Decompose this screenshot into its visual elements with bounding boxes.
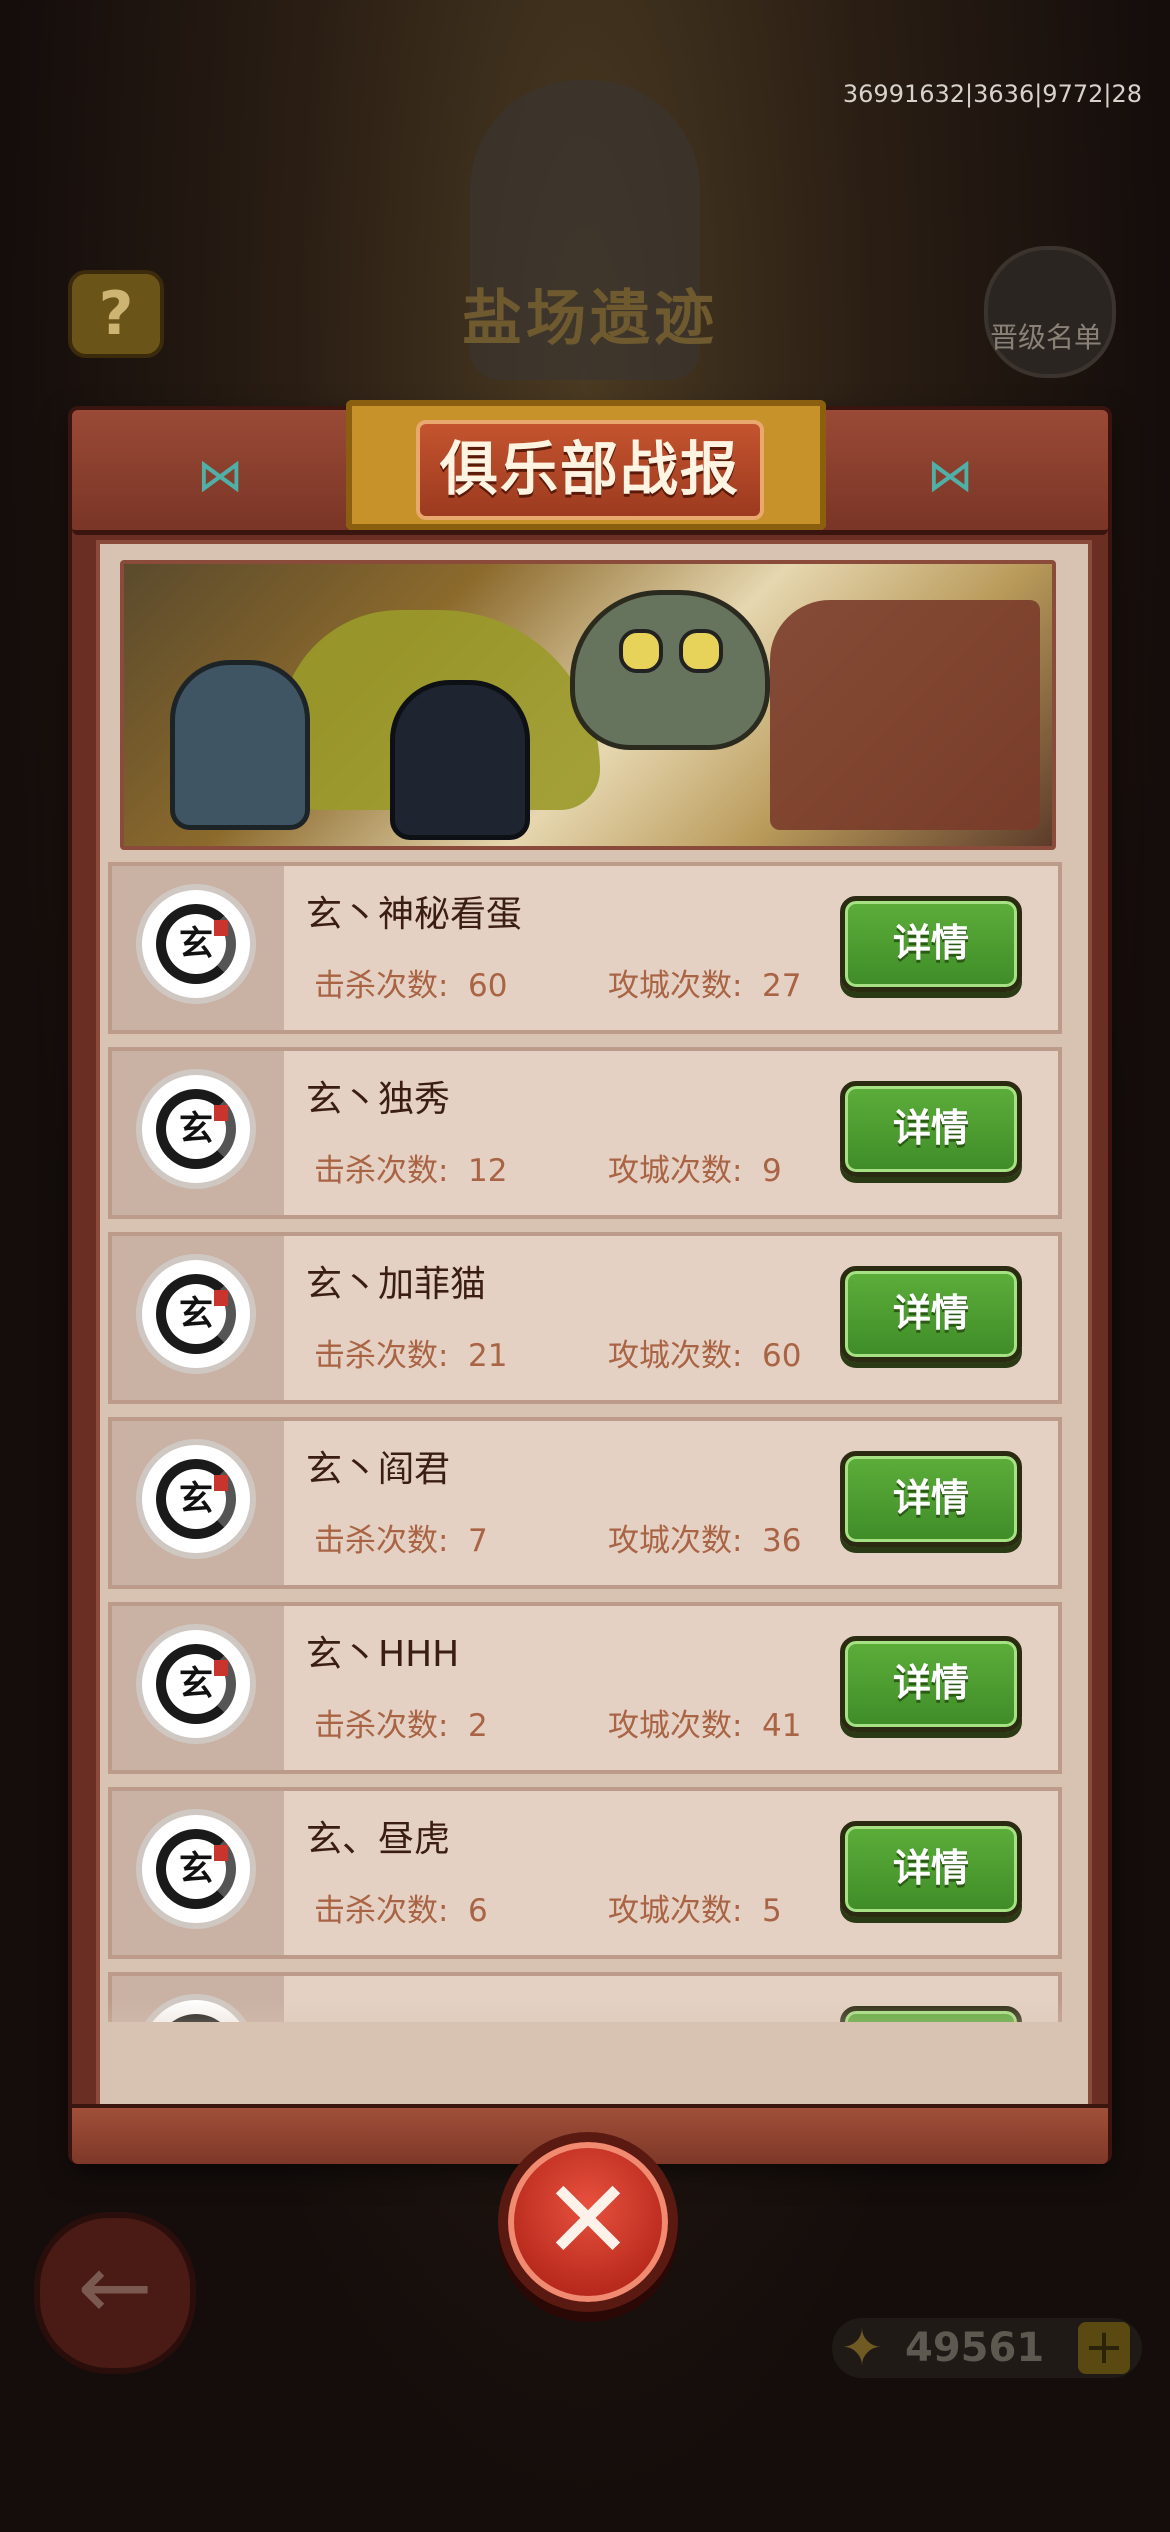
close-icon: ✕ [541,2156,635,2284]
sieges-value: 9 [762,1153,782,1189]
detail-button[interactable]: 详情 [840,1081,1022,1177]
banner-owl [570,590,770,750]
sieges-value: 41 [762,1708,802,1744]
avatar: 玄 [136,1809,256,1929]
list-item: 玄 玄丶HHH 击杀次数: 2 攻城次数: 41 详情 [108,1602,1062,1774]
member-report-list[interactable]: 玄 玄丶神秘看蛋 击杀次数: 60 攻城次数: 27 详情 玄 玄丶独秀 击杀次… [108,862,1062,2022]
avatar-glyph: 玄 [179,1849,213,1889]
avatar: 玄 [136,1069,256,1189]
sieges-label: 攻城次数: [608,1523,743,1559]
owl-eye-left [619,629,663,673]
detail-button[interactable]: 详情 [840,1451,1022,1547]
detail-button[interactable]: 详情 [840,1821,1022,1917]
kills-value: 6 [468,1893,488,1929]
avatar-glyph: 玄 [179,1664,213,1704]
back-button[interactable]: ← [34,2212,196,2374]
avatar: 玄 [136,1624,256,1744]
debug-id-text: 36991632|3636|9772|28 [842,80,1142,108]
fish-right-icon: ⋈ [927,448,973,502]
avatar-glyph: 玄 [179,1294,213,1334]
promotion-list-label: 晋级名单 [989,321,1102,354]
member-name: 玄、昼虎 [306,1819,451,1860]
kills-label: 击杀次数: [314,1338,449,1374]
add-currency-button[interactable]: + [1078,2322,1130,2374]
avatar-seal [214,1290,228,1306]
sieges-value: 36 [762,1523,802,1559]
member-name: 玄丶HHH [306,1634,460,1675]
member-name: 玄丶独秀 [306,1079,451,1120]
detail-button[interactable]: 详情 [840,1636,1022,1732]
detail-button[interactable]: 详情 [840,1266,1022,1362]
sieges-label: 攻城次数: [608,1153,743,1189]
avatar-seal [214,1845,228,1861]
avatar-seal [214,1660,228,1676]
kills-label: 击杀次数: [314,1153,449,1189]
list-item: 玄 玄丶神秘看蛋 击杀次数: 60 攻城次数: 27 详情 [108,862,1062,1034]
banner-fighter-left [170,660,310,830]
avatar: 玄 [136,884,256,1004]
avatar-glyph: 玄 [179,1479,213,1519]
currency-value: 49561 [905,2325,1045,2371]
kills-value: 60 [468,968,508,1004]
sieges-value: 60 [762,1338,802,1374]
avatar-seal [214,1475,228,1491]
member-name: 玄丶加菲猫 [306,1264,487,1305]
list-item: 玄 玄、昼虎 击杀次数: 6 攻城次数: 5 详情 [108,1787,1062,1959]
back-arrow-icon: ← [77,2235,153,2340]
sieges-label: 攻城次数: [608,1708,743,1744]
kills-label: 击杀次数: [314,968,449,1004]
kills-value: 21 [468,1338,508,1374]
sieges-label: 攻城次数: [608,1893,743,1929]
list-item: 玄 玄丶独秀 击杀次数: 12 攻城次数: 9 详情 [108,1047,1062,1219]
kills-label: 击杀次数: [314,1523,449,1559]
sieges-label: 攻城次数: [608,1338,743,1374]
promotion-list-icon[interactable] [984,246,1116,378]
avatar: 玄 [136,1439,256,1559]
owl-eye-right [679,629,723,673]
list-item: 玄 玄丶加菲猫 击杀次数: 21 攻城次数: 60 详情 [108,1232,1062,1404]
avatar-glyph: 玄 [179,1109,213,1149]
kills-label: 击杀次数: [314,1708,449,1744]
bone-currency-icon: ✦ [841,2319,883,2377]
banner-rocks [770,600,1040,830]
sieges-value: 27 [762,968,802,1004]
list-fade-overlay [100,2000,1080,2100]
kills-value: 2 [468,1708,488,1744]
list-item: 玄 玄丶阎君 击杀次数: 7 攻城次数: 36 详情 [108,1417,1062,1589]
member-name: 玄丶神秘看蛋 [306,894,523,935]
kills-value: 12 [468,1153,508,1189]
kills-value: 7 [468,1523,488,1559]
avatar-seal [214,920,228,936]
banner-fighter-right [390,680,530,840]
close-button[interactable]: ✕ [498,2132,678,2312]
map-title: 盐场遗迹 [462,284,718,354]
member-name: 玄丶阎君 [306,1449,451,1490]
kills-label: 击杀次数: [314,1893,449,1929]
avatar-glyph: 玄 [179,924,213,964]
fish-left-icon: ⋈ [197,448,243,502]
avatar: 玄 [136,1254,256,1374]
help-button[interactable]: ? [68,270,164,358]
sieges-label: 攻城次数: [608,968,743,1004]
panel-title: 俱乐部战报 [416,420,764,520]
detail-button[interactable]: 详情 [840,896,1022,992]
avatar-seal [214,1105,228,1121]
sieges-value: 5 [762,1893,782,1929]
